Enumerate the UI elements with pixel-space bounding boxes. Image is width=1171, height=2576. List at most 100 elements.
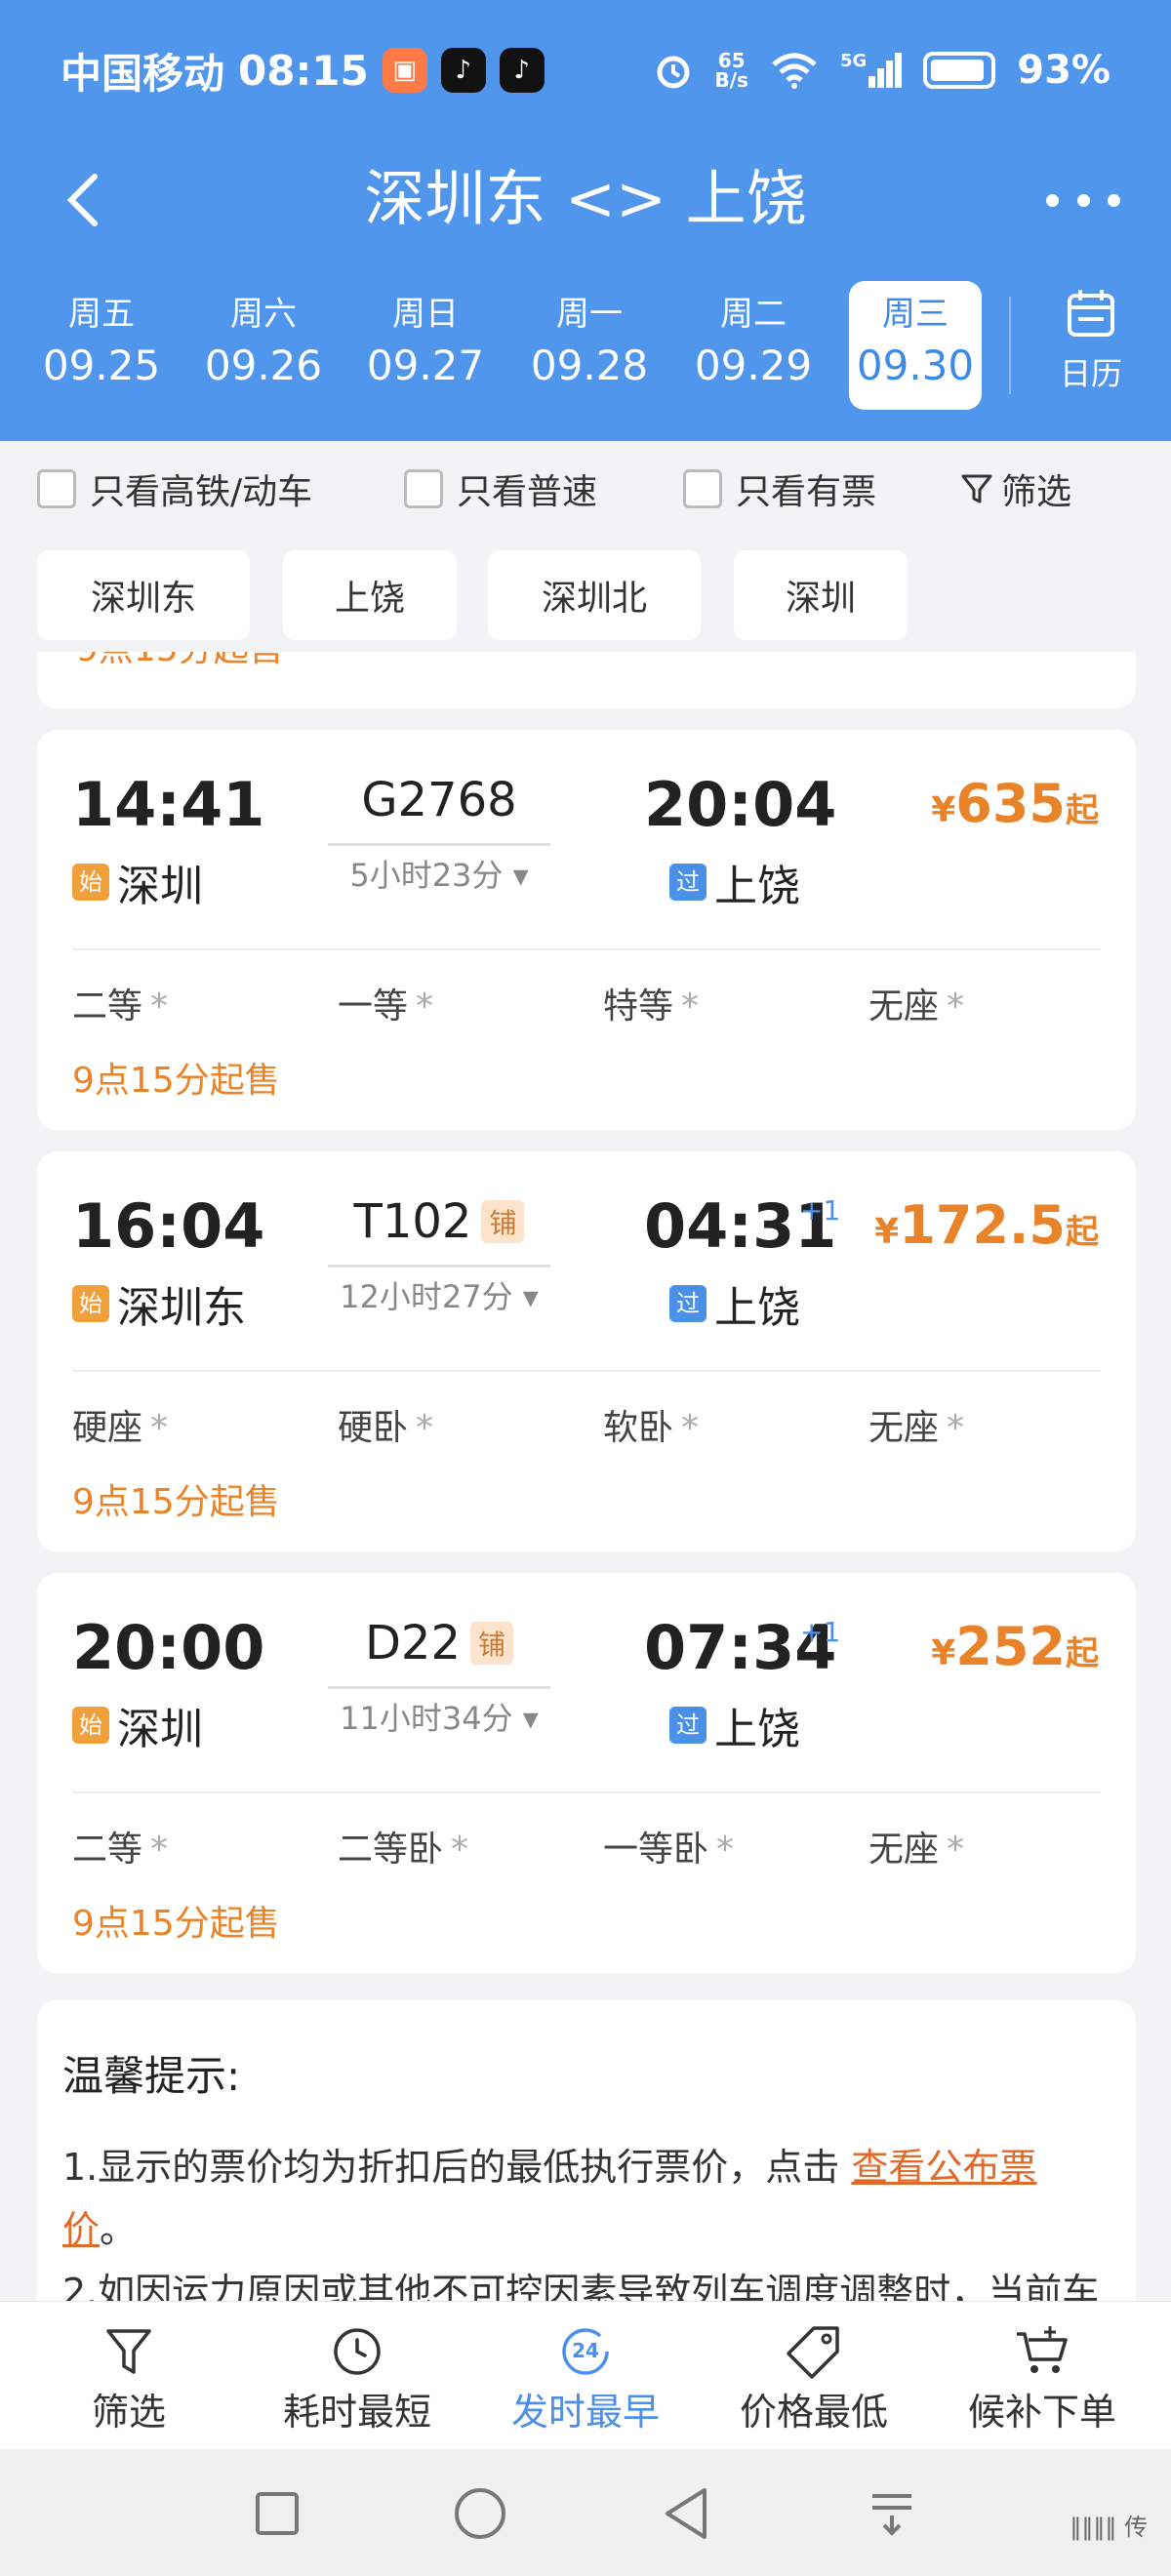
duration-toggle[interactable]: 11小时34分 ▾ <box>328 1694 550 1739</box>
seat-class: 无座 * <box>868 1821 964 1872</box>
recents-button[interactable] <box>248 2484 306 2543</box>
header: 中国移动 08:15 ▣ ♪ ♪ 65 B/s 5G 93% 深圳东 <> 上饶… <box>0 0 1171 441</box>
price-suffix: 起 <box>1066 1634 1099 1673</box>
seat-label: 硬卧 <box>338 1408 409 1448</box>
signal-icon: 5G <box>840 53 903 88</box>
home-button[interactable] <box>451 2484 509 2543</box>
seat-availability: * <box>681 986 700 1026</box>
train-card-partial[interactable]: 9点15分起售 <box>37 652 1136 708</box>
caret-down-icon: ▾ <box>522 1278 539 1315</box>
seat-label: 一等 <box>338 986 409 1026</box>
checkbox-box <box>404 469 443 508</box>
circle-icon <box>455 2488 505 2539</box>
date-weekday: 周六 <box>230 295 297 334</box>
date-tab[interactable]: 周一 09.28 <box>523 281 656 410</box>
date-weekday: 周日 <box>392 295 459 334</box>
sale-time: 9点15分起售 <box>76 652 284 671</box>
train-card[interactable]: 20:00 D22 铺 11小时34分 ▾ 07:34 +1 ¥ 252 起 始… <box>37 1573 1136 1973</box>
station-name: 上饶 <box>714 1283 800 1333</box>
tab-filter[interactable]: 筛选 <box>31 2321 226 2435</box>
seat-label: 二等卧 <box>338 1830 444 1870</box>
tab-earliest-departure[interactable]: 24 发时最早 <box>488 2321 683 2435</box>
tab-label: 发时最早 <box>510 2391 660 2434</box>
date-weekday: 周五 <box>68 295 135 334</box>
filter-icon <box>106 2329 151 2374</box>
price-suffix: 起 <box>1066 791 1099 830</box>
watermark-text: 传 <box>1124 2514 1148 2541</box>
train-card[interactable]: 16:04 T102 铺 12小时27分 ▾ 04:31 +1 ¥ 172.5 … <box>37 1151 1136 1551</box>
date-tab[interactable]: 周日 09.27 <box>359 281 492 410</box>
departure-time: 16:04 <box>72 1190 265 1262</box>
nav-bar: 深圳东 <> 上饶 <box>0 144 1171 252</box>
battery-icon <box>923 52 996 89</box>
origin-tag: 始 <box>72 1285 109 1322</box>
seat-label: 二等 <box>72 986 143 1026</box>
train-number: D22 铺 <box>328 1616 550 1670</box>
date-value: 09.25 <box>42 342 161 389</box>
seat-label: 二等 <box>72 1830 143 1870</box>
seat-label: 无座 <box>868 1408 940 1448</box>
tips-title: 温馨提示: <box>62 2052 241 2100</box>
checkbox-box <box>683 469 722 508</box>
wifi-icon <box>772 53 817 89</box>
date-tab[interactable]: 周五 09.25 <box>35 281 168 410</box>
tab-shortest-duration[interactable]: 耗时最短 <box>260 2321 455 2435</box>
more-button[interactable] <box>1046 176 1120 224</box>
date-tab[interactable]: 周六 09.26 <box>197 281 330 410</box>
back-nav-button[interactable] <box>658 2484 716 2543</box>
date-value: 09.30 <box>856 342 975 389</box>
station-chip[interactable]: 深圳东 <box>37 550 250 640</box>
tiktok-icon: ♪ <box>499 48 545 93</box>
seat-class: 无座 * <box>868 1399 964 1450</box>
filter-normal-checkbox[interactable]: 只看普速 <box>404 464 597 513</box>
train-number-text: T102 <box>353 1194 472 1249</box>
seat-class: 二等卧 * <box>338 1821 468 1872</box>
carrier-label: 中国移动 <box>61 49 225 98</box>
tab-waitlist-order[interactable]: 候补下单 <box>945 2321 1140 2435</box>
app-notification-icon: ▣ <box>382 48 427 93</box>
station-chips: 深圳东 上饶 深圳北 深圳 <box>0 546 1171 644</box>
filter-button[interactable]: 筛选 <box>960 464 1071 513</box>
date-selector: 周五 09.25 周六 09.26 周日 09.27 周一 09.28 周二 0… <box>0 277 1171 414</box>
bottom-tab-bar: 筛选 耗时最短 24 发时最早 价格最低 候补下单 <box>0 2301 1171 2449</box>
system-nav-bar: ‖‖‖‖ 传 <box>0 2449 1171 2576</box>
calendar-button[interactable]: 日历 <box>1023 287 1159 408</box>
divider <box>1009 297 1011 394</box>
net-speed-value: 65 <box>717 49 746 72</box>
filter-bar: 只看高铁/动车 只看普速 只看有票 筛选 <box>0 441 1171 535</box>
station-chip[interactable]: 深圳 <box>734 550 908 640</box>
tab-lowest-price[interactable]: 价格最低 <box>716 2321 911 2435</box>
calendar-label: 日历 <box>1059 355 1122 392</box>
currency-symbol: ¥ <box>874 1212 900 1252</box>
duration-toggle[interactable]: 5小时23分 ▾ <box>328 851 550 896</box>
filter-available-checkbox[interactable]: 只看有票 <box>683 464 876 513</box>
tab-label: 候补下单 <box>967 2391 1116 2434</box>
sleeper-badge: 铺 <box>481 1200 525 1243</box>
date-tab[interactable]: 周二 09.29 <box>687 281 820 410</box>
tab-label: 价格最低 <box>739 2391 888 2434</box>
date-value: 09.29 <box>694 342 813 389</box>
station-chip[interactable]: 深圳北 <box>488 550 701 640</box>
seat-label: 软卧 <box>603 1408 674 1448</box>
divider <box>72 948 1101 950</box>
alarm-icon <box>657 56 690 89</box>
seat-class: 二等 * <box>72 1821 168 1872</box>
battery-percent: 93% <box>1017 48 1110 93</box>
notification-shade-button[interactable] <box>863 2484 921 2543</box>
train-card[interactable]: 14:41 G2768 5小时23分 ▾ 20:04 ¥ 635 起 始 深圳 … <box>37 730 1136 1130</box>
seat-availability: * <box>150 986 169 1026</box>
date-tab-selected[interactable]: 周三 09.30 <box>849 281 982 410</box>
seat-availability: * <box>451 1830 469 1870</box>
calendar-icon <box>1068 290 1114 337</box>
more-dot <box>1046 193 1059 207</box>
seat-label: 无座 <box>868 986 940 1026</box>
station-chip[interactable]: 上饶 <box>283 550 457 640</box>
train-number-text: D22 <box>364 1616 462 1670</box>
price-value: 635 <box>955 773 1066 834</box>
train-number-text: G2768 <box>361 773 517 827</box>
departure-station: 始 深圳东 <box>72 1272 246 1335</box>
tips-line-1: 1.显示的票价均为折扣后的最低执行票价，点击 查看公布票价。 <box>62 2136 1110 2261</box>
duration-toggle[interactable]: 12小时27分 ▾ <box>328 1272 550 1317</box>
filter-label: 筛选 <box>1001 472 1072 512</box>
filter-highspeed-checkbox[interactable]: 只看高铁/动车 <box>37 464 312 513</box>
